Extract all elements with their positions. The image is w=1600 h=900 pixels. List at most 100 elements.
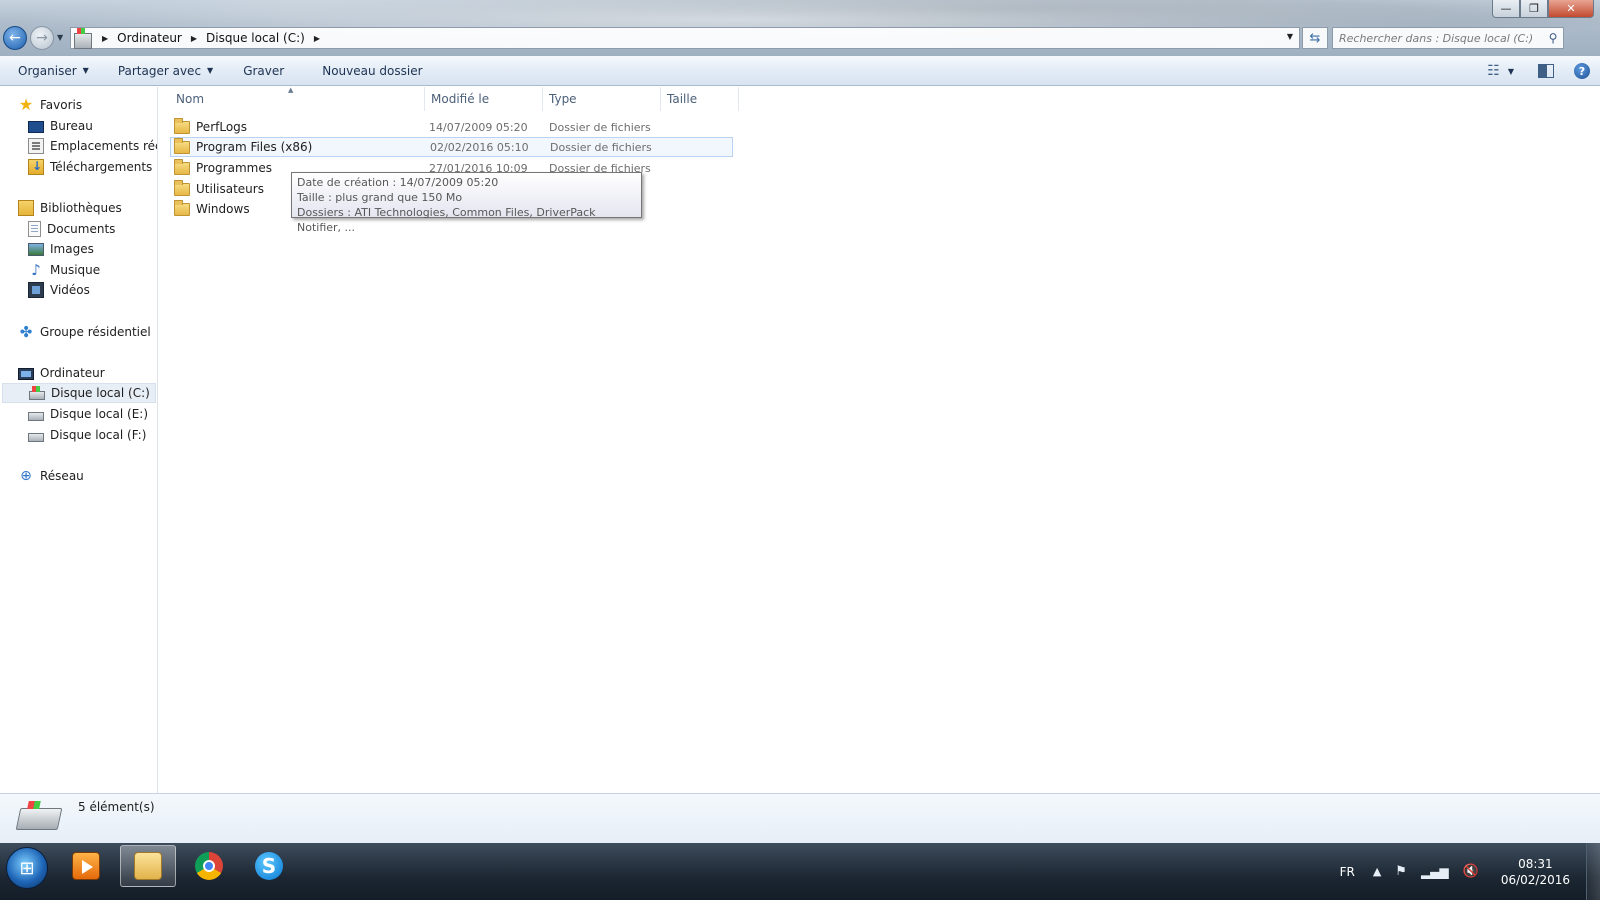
start-button[interactable]: ⊞ (6, 847, 48, 889)
action-center-flag-icon[interactable]: ⚑ (1395, 864, 1407, 879)
nav-network[interactable]: ⊕ Réseau (18, 466, 84, 486)
clock-time: 08:31 (1518, 856, 1553, 871)
nav-recent-places[interactable]: Emplacements récents (28, 136, 157, 156)
file-name: Programmes (196, 161, 272, 175)
address-history-dropdown[interactable]: ▼ (1287, 32, 1293, 41)
column-label: Type (549, 92, 577, 106)
refresh-button[interactable]: ⇆ (1302, 27, 1328, 49)
breadcrumb-root-arrow[interactable]: ▶ (98, 34, 117, 43)
clock[interactable]: 08:31 06/02/2016 (1501, 856, 1570, 888)
drive-icon (28, 432, 44, 442)
maximize-button[interactable]: ❐ (1520, 0, 1548, 18)
taskbar: ⊞ S FR ▲ ⚑ ▂▄▆ 🔇 08:31 06/02/2016 (0, 843, 1600, 900)
taskbar-chrome[interactable] (181, 845, 237, 887)
nav-label: Disque local (F:) (50, 428, 147, 442)
chevron-down-icon: ▼ (1286, 32, 1293, 41)
nav-downloads[interactable]: Téléchargements (28, 157, 152, 177)
chevron-down-icon: ▼ (57, 33, 64, 42)
media-player-icon (72, 852, 100, 880)
nav-music[interactable]: ♪ Musique (28, 260, 100, 280)
folder-icon (174, 137, 190, 154)
column-label: Modifié le (431, 92, 490, 106)
nav-homegroup[interactable]: ✤ Groupe résidentiel (18, 322, 151, 342)
nav-desktop[interactable]: Bureau (28, 116, 93, 136)
breadcrumb-drive-c[interactable]: Disque local (C:) ▶ (206, 31, 329, 45)
file-name-cell: Program Files (x86) (171, 137, 426, 154)
video-icon (28, 282, 44, 298)
star-icon: ★ (18, 95, 34, 114)
minimize-button[interactable]: — (1492, 0, 1520, 18)
nav-label: Réseau (40, 469, 84, 483)
preview-pane-button[interactable] (1538, 64, 1554, 78)
search-box[interactable]: ⚲ (1332, 27, 1564, 49)
nav-label: Favoris (40, 98, 83, 112)
nav-images[interactable]: Images (28, 239, 94, 259)
chevron-right-icon: ▶ (102, 33, 109, 43)
column-header-type[interactable]: Type (543, 87, 661, 111)
file-name: Program Files (x86) (196, 140, 313, 154)
column-header-size[interactable]: Taille (661, 87, 739, 111)
drive-icon (74, 27, 92, 49)
column-header-modified[interactable]: Modifié le (425, 87, 543, 111)
taskbar-skype[interactable]: S (241, 845, 297, 887)
nav-drive-c[interactable]: Disque local (C:) (2, 383, 156, 403)
homegroup-icon: ✤ (19, 323, 33, 341)
clock-date: 06/02/2016 (1500, 872, 1570, 887)
nav-videos[interactable]: Vidéos (28, 280, 90, 300)
file-name-cell: PerfLogs (170, 117, 425, 134)
burn-button[interactable]: Graver (235, 59, 292, 83)
nav-label: Musique (50, 263, 101, 277)
nav-libraries[interactable]: Bibliothèques (18, 198, 122, 218)
file-row-program-files-x86[interactable]: Program Files (x86) 02/02/2016 05:10 Dos… (170, 137, 733, 157)
chevron-down-icon: ▼ (207, 66, 214, 75)
recent-pages-button[interactable]: ▼ (57, 33, 63, 42)
show-hidden-icons-icon[interactable]: ▲ (1373, 865, 1381, 878)
column-header-name[interactable]: Nom ▲ (170, 86, 425, 111)
chevron-right-icon: ▶ (313, 33, 320, 43)
share-label: Partager avec (117, 63, 202, 78)
folder-info-tooltip: Date de création : 14/07/2009 05:20 Tail… (291, 172, 642, 234)
system-drive-icon (15, 808, 63, 830)
window-controls: — ❐ ✕ (1492, 0, 1594, 20)
volume-muted-icon[interactable]: 🔇 (1463, 864, 1479, 879)
item-count: 5 élément(s) (78, 800, 155, 814)
share-with-button[interactable]: Partager avec ▼ (110, 59, 221, 83)
file-name: Windows (196, 202, 250, 216)
tooltip-size: Taille : plus grand que 150 Mo (297, 191, 463, 204)
file-row-perflogs[interactable]: PerfLogs 14/07/2009 05:20 Dossier de fic… (170, 117, 733, 137)
nav-drive-f[interactable]: Disque local (F:) (28, 425, 146, 445)
help-button[interactable]: ? (1574, 63, 1590, 79)
taskbar-media-player[interactable] (58, 845, 114, 887)
search-icon[interactable]: ⚲ (1543, 31, 1563, 45)
nav-documents[interactable]: Documents (28, 219, 115, 239)
network-signal-icon[interactable]: ▂▄▆ (1421, 865, 1449, 879)
file-name: Utilisateurs (196, 182, 264, 196)
nav-drive-e[interactable]: Disque local (E:) (28, 404, 148, 424)
forward-button[interactable]: → (30, 26, 54, 50)
nav-computer[interactable]: Ordinateur (18, 363, 105, 383)
file-modified: 02/02/2016 05:10 (430, 140, 529, 154)
file-modified: 14/07/2009 05:20 (429, 120, 528, 134)
language-indicator[interactable]: FR (1340, 865, 1355, 879)
organize-button[interactable]: Organiser ▼ (10, 59, 97, 83)
nav-favorites[interactable]: ★ Favoris (18, 95, 82, 115)
skype-icon: S (255, 852, 283, 880)
taskbar-explorer[interactable] (120, 845, 176, 887)
drive-icon (28, 411, 44, 421)
back-button[interactable]: ← (3, 26, 27, 50)
tooltip-created: Date de création : 14/07/2009 05:20 (297, 176, 499, 189)
address-bar[interactable]: ▶ Ordinateur ▶ Disque local (C:) ▶ ▼ (70, 27, 1300, 49)
title-bar: — ❐ ✕ ← → ▼ ▶ Ordinateur ▶ Disque local … (0, 0, 1600, 56)
new-folder-button[interactable]: Nouveau dossier (314, 59, 430, 83)
recent-places-icon (28, 138, 44, 154)
image-icon (28, 242, 44, 256)
change-view-button[interactable]: ☷ ▼ (1487, 63, 1514, 79)
folder-icon (174, 179, 190, 196)
show-desktop-button[interactable] (1586, 843, 1600, 900)
file-name: PerfLogs (196, 120, 248, 134)
close-button[interactable]: ✕ (1548, 0, 1594, 18)
search-input[interactable] (1333, 31, 1543, 45)
breadcrumb-computer[interactable]: Ordinateur ▶ (117, 31, 206, 45)
desktop-icon (28, 121, 44, 133)
windows-logo-icon: ⊞ (19, 857, 35, 879)
